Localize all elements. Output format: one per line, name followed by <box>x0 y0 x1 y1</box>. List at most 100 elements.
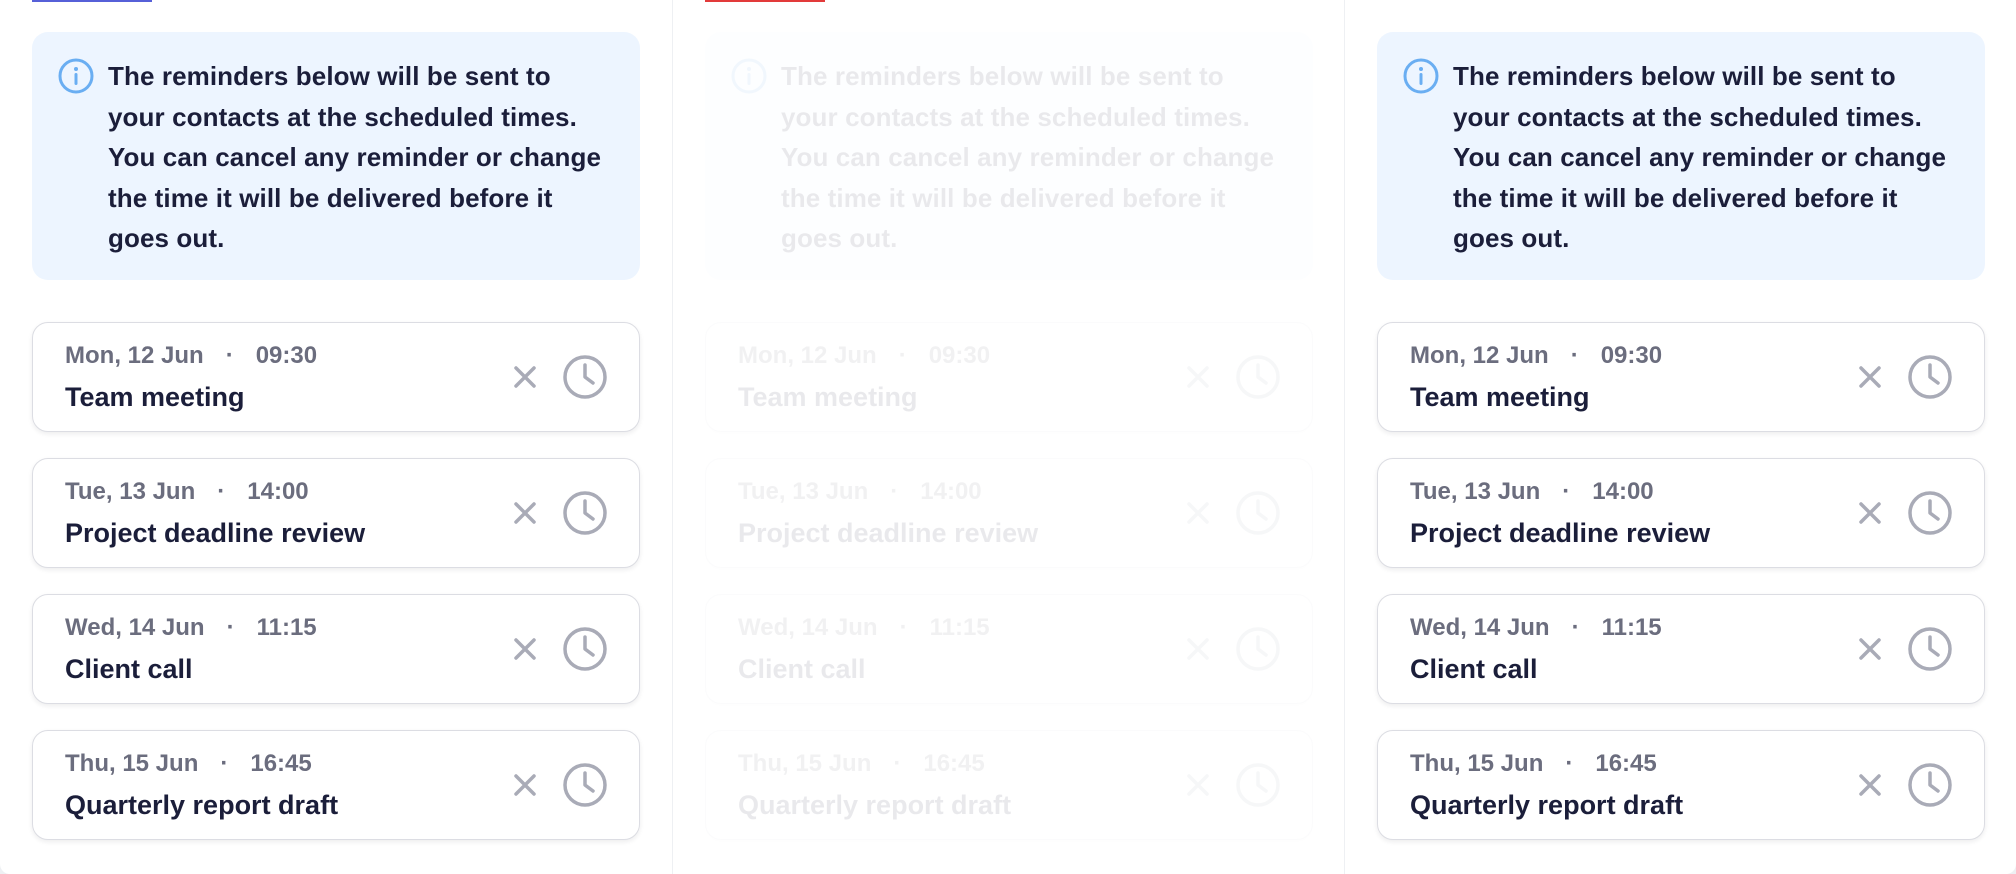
reminder-title: Client call <box>738 654 866 684</box>
tab-indicator <box>705 0 825 2</box>
close-icon <box>1859 774 1881 796</box>
reminder-title: Quarterly report draft <box>65 790 339 820</box>
clock-icon <box>563 491 607 535</box>
reschedule-button[interactable] <box>1906 353 1954 401</box>
reschedule-button[interactable] <box>1234 353 1282 401</box>
clock-icon <box>563 355 607 399</box>
close-icon <box>514 502 536 524</box>
separator: · <box>1565 750 1574 777</box>
reschedule-button[interactable] <box>561 353 609 401</box>
reminder-time: 16:45 <box>1595 750 1657 777</box>
info-banner: The reminders below will be sent to your… <box>1377 32 1985 280</box>
reminder-time: 11:15 <box>1601 614 1662 641</box>
reminder-card: Tue, 13 Jun · 14:00 Project deadline revie… <box>32 458 640 568</box>
reschedule-button[interactable] <box>1234 625 1282 673</box>
reminder-time: 09:30 <box>1600 342 1663 369</box>
dismiss-button[interactable] <box>1180 359 1216 395</box>
reminder-card: Tue, 13 Jun · 14:00 Project deadline revie… <box>705 458 1313 568</box>
info-circle-icon <box>1403 58 1439 94</box>
reminder-date: Tue, 13 Jun <box>738 478 869 505</box>
dismiss-button[interactable] <box>507 767 543 803</box>
close-icon <box>514 774 536 796</box>
reminder-date: Mon, 12 Jun <box>65 342 204 369</box>
separator: · <box>893 750 902 777</box>
reminder-list: Mon, 12 Jun · 09:30 Team meeting Tue, 13 J… <box>705 322 1313 866</box>
close-icon <box>1859 502 1881 524</box>
reminder-time: 11:15 <box>256 614 317 641</box>
reminder-date: Tue, 13 Jun <box>65 478 196 505</box>
info-text: The reminders below will be sent to your… <box>108 61 602 254</box>
reminder-title: Quarterly report draft <box>1410 790 1684 820</box>
reminder-meta: Tue, 13 Jun · 14:00 <box>1410 477 1654 507</box>
reminder-date: Mon, 12 Jun <box>738 342 877 369</box>
reminder-time: 09:30 <box>928 342 991 369</box>
reminder-title: Client call <box>65 654 193 684</box>
reminder-meta: Tue, 13 Jun · 14:00 <box>738 477 982 507</box>
separator: · <box>217 478 226 505</box>
dismiss-button[interactable] <box>507 495 543 531</box>
reminder-title: Project deadline review <box>65 518 366 548</box>
reminder-list: Mon, 12 Jun · 09:30 Team meeting Tue, 13 J… <box>1377 322 1985 866</box>
reminder-meta: Wed, 14 Jun · 11:15 <box>1410 613 1662 643</box>
reschedule-button[interactable] <box>561 761 609 809</box>
clock-icon <box>1236 491 1280 535</box>
reminder-card: Wed, 14 Jun · 11:15 Client call <box>1377 594 1985 704</box>
reschedule-button[interactable] <box>561 625 609 673</box>
clock-icon <box>1908 627 1952 671</box>
dismiss-button[interactable] <box>1852 631 1888 667</box>
clock-icon <box>1236 355 1280 399</box>
reschedule-button[interactable] <box>1234 489 1282 537</box>
reminder-time: 14:00 <box>920 478 982 505</box>
clock-icon <box>563 627 607 671</box>
reminder-time: 11:15 <box>929 614 990 641</box>
reminder-time: 16:45 <box>923 750 985 777</box>
clock-icon <box>1908 355 1952 399</box>
separator: · <box>1562 478 1571 505</box>
dismiss-button[interactable] <box>1852 359 1888 395</box>
info-text: The reminders below will be sent to your… <box>1453 61 1947 254</box>
close-icon <box>514 366 536 388</box>
separator: · <box>899 614 908 641</box>
reminder-meta: Mon, 12 Jun · 09:30 <box>1410 341 1662 371</box>
dismiss-button[interactable] <box>1852 767 1888 803</box>
reminder-card: Thu, 15 Jun · 16:45 Quarterly report draft <box>1377 730 1985 840</box>
separator: · <box>226 614 235 641</box>
reschedule-button[interactable] <box>1906 489 1954 537</box>
reminder-title: Team meeting <box>1410 382 1590 412</box>
info-banner: The reminders below will be sent to your… <box>32 32 640 280</box>
reminder-title: Quarterly report draft <box>738 790 1012 820</box>
reminder-card: Thu, 15 Jun · 16:45 Quarterly report draft <box>705 730 1313 840</box>
reschedule-button[interactable] <box>1906 761 1954 809</box>
reschedule-button[interactable] <box>561 489 609 537</box>
dismiss-button[interactable] <box>1180 767 1216 803</box>
reminder-meta: Thu, 15 Jun · 16:45 <box>65 749 312 779</box>
close-icon <box>1187 638 1209 660</box>
reminder-title: Team meeting <box>65 382 245 412</box>
reminder-card: Mon, 12 Jun · 09:30 Team meeting <box>705 322 1313 432</box>
dismiss-button[interactable] <box>507 359 543 395</box>
reminder-meta: Thu, 15 Jun · 16:45 <box>1410 749 1657 779</box>
reminder-title: Client call <box>1410 654 1538 684</box>
close-icon <box>1187 502 1209 524</box>
reminder-date: Thu, 15 Jun <box>65 750 199 777</box>
reminder-meta: Wed, 14 Jun · 11:15 <box>738 613 990 643</box>
separator: · <box>890 478 899 505</box>
reminder-date: Thu, 15 Jun <box>738 750 872 777</box>
info-text: The reminders below will be sent to your… <box>781 61 1275 254</box>
info-circle-icon <box>58 58 94 94</box>
dismiss-button[interactable] <box>1180 631 1216 667</box>
clock-icon <box>1908 491 1952 535</box>
close-icon <box>1187 366 1209 388</box>
reschedule-button[interactable] <box>1906 625 1954 673</box>
reminder-card: Tue, 13 Jun · 14:00 Project deadline revie… <box>1377 458 1985 568</box>
reminder-time: 16:45 <box>250 750 312 777</box>
reminder-title: Project deadline review <box>738 518 1039 548</box>
reschedule-button[interactable] <box>1234 761 1282 809</box>
dismiss-button[interactable] <box>1180 495 1216 531</box>
dismiss-button[interactable] <box>1852 495 1888 531</box>
reminder-meta: Mon, 12 Jun · 09:30 <box>738 341 990 371</box>
dismiss-button[interactable] <box>507 631 543 667</box>
reminder-title: Team meeting <box>738 382 918 412</box>
reminder-date: Tue, 13 Jun <box>1410 478 1541 505</box>
reminder-meta: Tue, 13 Jun · 14:00 <box>65 477 309 507</box>
